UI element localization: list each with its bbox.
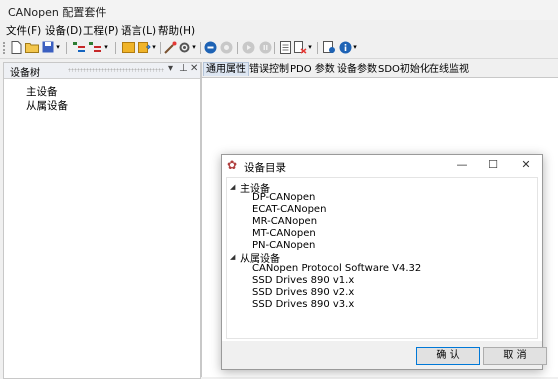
window-title: CANopen 配置套件 (8, 6, 107, 19)
panel-header: 设备树 ▾ ⊥ ✕ (4, 63, 200, 79)
open-folder-icon[interactable] (25, 40, 39, 54)
tab-general[interactable]: 通用属性 (203, 62, 249, 76)
toolbar: ▾ ▾ ▾ ▾ ▾ ▾ (0, 38, 558, 59)
tree-collapse-icon[interactable] (88, 40, 102, 54)
cancel-button[interactable]: 取 消 (483, 347, 547, 365)
device-tree-panel: 设备树 ▾ ⊥ ✕ 主设备 从属设备 (3, 62, 201, 379)
tab-pdo[interactable]: PDO 参数 (288, 63, 337, 76)
settings-doc-icon[interactable] (322, 40, 336, 54)
gear-icon[interactable] (177, 40, 191, 54)
tab-bar: 通用属性 错误控制 PDO 参数 设备参数 SDO初始化 在线监视 (202, 62, 558, 78)
ok-button[interactable]: 确 认 (416, 347, 480, 365)
panel-menu-icon[interactable]: ▾ (168, 63, 173, 74)
device-catalog-dialog: ✿ 设备目录 — ☐ ✕ ◢ 主设备 DP-CANopen ECAT-CANop… (221, 154, 547, 370)
tab-error-control[interactable]: 错误控制 (247, 63, 291, 76)
expand-triangle-icon[interactable]: ◢ (230, 183, 235, 191)
list-item[interactable]: MT-CANopen (252, 228, 316, 239)
list-item[interactable]: DP-CANopen (252, 192, 315, 203)
tab-sdo-init[interactable]: SDO初始化 (376, 63, 432, 76)
menu-project[interactable]: 工程(P) (83, 23, 119, 38)
pause-icon[interactable] (258, 40, 272, 54)
list-item[interactable]: SSD Drives 890 v3.x (252, 299, 354, 310)
list-item[interactable]: SSD Drives 890 v2.x (252, 287, 354, 298)
close-icon[interactable]: ✕ (190, 63, 198, 74)
list-item[interactable]: ECAT-CANopen (252, 204, 326, 215)
menu-bar: 文件(F) 设备(D) 工程(P) 语言(L) 帮助(H) (0, 20, 558, 38)
list-item[interactable]: SSD Drives 890 v1.x (252, 275, 354, 286)
expand-triangle-icon[interactable]: ◢ (230, 253, 235, 261)
panel-grip (68, 68, 164, 72)
play-icon[interactable] (241, 40, 255, 54)
dropdown-icon[interactable]: ▾ (351, 40, 359, 54)
dropdown-icon[interactable]: ▾ (150, 40, 158, 54)
toolbar-grip (3, 42, 7, 54)
tree-item-master[interactable]: 主设备 (26, 84, 58, 99)
list-item[interactable]: CANopen Protocol Software V4.32 (252, 263, 421, 274)
export-icon[interactable] (137, 40, 151, 54)
close-icon[interactable]: ✕ (518, 157, 534, 173)
maximize-icon[interactable]: ☐ (485, 157, 501, 173)
dialog-title-bar: ✿ 设备目录 — ☐ ✕ (222, 155, 542, 175)
dropdown-icon[interactable]: ▾ (54, 40, 62, 54)
menu-help[interactable]: 帮助(H) (158, 23, 195, 38)
new-file-icon[interactable] (9, 40, 23, 54)
disconnect-icon[interactable] (219, 40, 233, 54)
delete-icon[interactable] (293, 40, 307, 54)
tab-online-monitor[interactable]: 在线监视 (427, 63, 471, 76)
menu-device[interactable]: 设备(D) (45, 23, 82, 38)
tree-expand-icon[interactable] (72, 40, 86, 54)
minimize-icon[interactable]: — (454, 157, 470, 173)
tree-item-slave[interactable]: 从属设备 (26, 98, 68, 113)
list-item[interactable]: MR-CANopen (252, 216, 317, 227)
menu-language[interactable]: 语言(L) (121, 23, 156, 38)
menu-file[interactable]: 文件(F) (6, 23, 41, 38)
wand-icon[interactable] (163, 40, 177, 54)
dialog-footer: 确 认 取 消 (222, 341, 547, 369)
pin-icon[interactable]: ⊥ (179, 63, 188, 74)
dropdown-icon[interactable]: ▾ (102, 40, 110, 54)
document-icon[interactable] (278, 40, 292, 54)
panel-title: 设备树 (10, 68, 40, 79)
save-icon[interactable] (41, 40, 55, 54)
connect-icon[interactable] (203, 40, 217, 54)
tab-device-params[interactable]: 设备参数 (335, 63, 379, 76)
title-bar: CANopen 配置套件 (0, 0, 558, 20)
folder-yellow-icon[interactable] (121, 40, 135, 54)
app-icon: ✿ (227, 158, 238, 172)
device-list: ◢ 主设备 DP-CANopen ECAT-CANopen MR-CANopen… (226, 177, 538, 339)
info-icon[interactable] (338, 40, 352, 54)
dialog-title: 设备目录 (244, 162, 286, 174)
dropdown-icon[interactable]: ▾ (190, 40, 198, 54)
dropdown-icon[interactable]: ▾ (306, 40, 314, 54)
